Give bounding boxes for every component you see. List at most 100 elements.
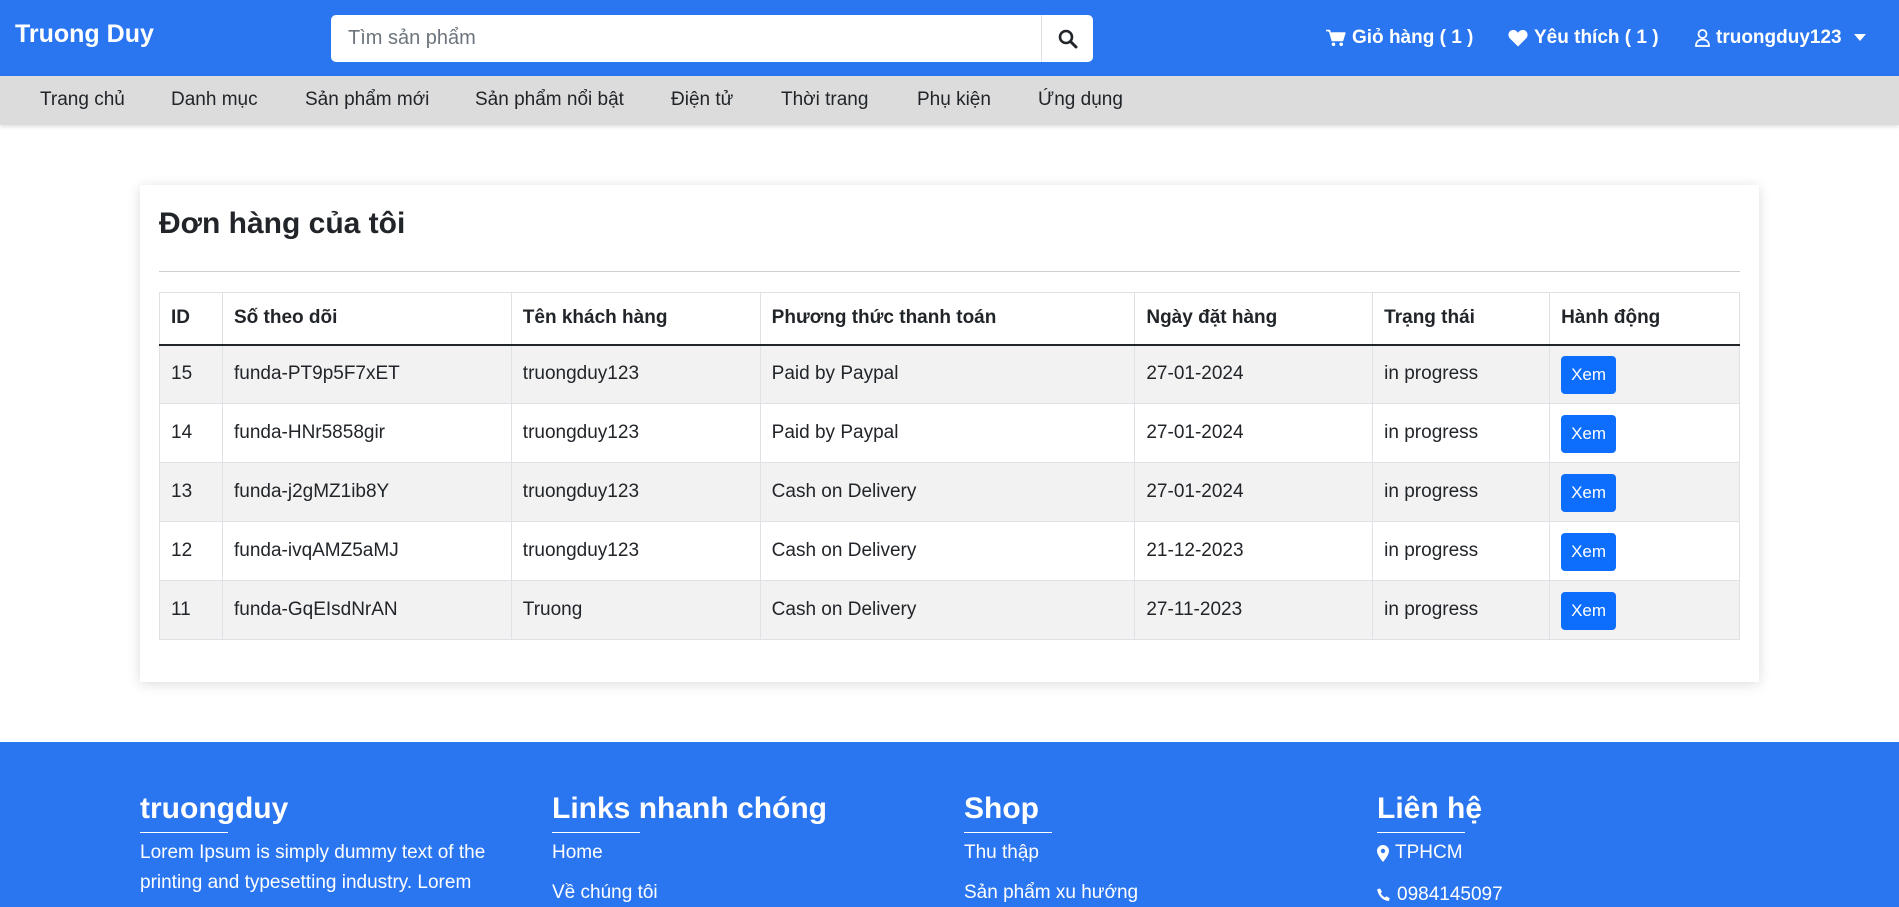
cell-customer-name: truongduy123	[510, 403, 761, 463]
user-menu[interactable]: truongduy123	[1695, 27, 1866, 49]
cell-id: 15	[159, 344, 223, 404]
cell-action: Xem	[1549, 344, 1740, 404]
cell-action: Xem	[1549, 403, 1740, 463]
caret-down-icon	[1853, 34, 1866, 41]
cell-order-date: 21-12-2023	[1134, 521, 1374, 581]
nav-item-categories[interactable]: Danh mục	[171, 89, 258, 111]
view-order-button[interactable]: Xem	[1561, 356, 1617, 395]
nav-item-electronics[interactable]: Điện tử	[671, 89, 733, 111]
view-order-button[interactable]: Xem	[1561, 592, 1617, 630]
brand-logo[interactable]: Truong Duy	[15, 20, 154, 49]
nav-item-home[interactable]: Trang chủ	[40, 89, 125, 111]
table-row: 14 funda-HNr5858gir truongduy123 Paid by…	[159, 403, 1740, 463]
cell-id: 12	[159, 521, 223, 581]
cell-order-date: 27-01-2024	[1134, 462, 1374, 522]
cell-payment-method: Paid by Paypal	[759, 403, 1136, 463]
cart-label: Giỏ hàng ( 1 )	[1352, 27, 1474, 48]
footer-phone: 0984145097	[1377, 880, 1757, 907]
cell-order-date: 27-01-2024	[1134, 344, 1374, 404]
header-status: Trạng thái	[1372, 292, 1551, 346]
footer-link-about[interactable]: Về chúng tôi	[552, 878, 932, 907]
heart-icon	[1508, 29, 1528, 47]
cell-action: Xem	[1549, 462, 1740, 522]
view-order-button[interactable]: Xem	[1561, 533, 1617, 571]
search-bar	[331, 15, 1093, 62]
cell-tracking-number: funda-j2gMZ1ib8Y	[221, 462, 512, 522]
cell-status: in progress	[1372, 462, 1551, 522]
header-action: Hành động	[1549, 292, 1740, 346]
cell-tracking-number: funda-GqEIsdNrAN	[221, 580, 512, 640]
table-header-row: ID Số theo dõi Tên khách hàng Phương thứ…	[159, 292, 1740, 346]
map-marker-icon	[1377, 844, 1389, 862]
cell-order-date: 27-01-2024	[1134, 403, 1374, 463]
phone-icon	[1377, 888, 1390, 901]
cell-status: in progress	[1372, 521, 1551, 581]
cell-customer-name: truongduy123	[510, 344, 761, 404]
view-order-button[interactable]: Xem	[1561, 415, 1617, 453]
wishlist-label: Yêu thích ( 1 )	[1534, 27, 1659, 48]
cell-payment-method: Cash on Delivery	[759, 580, 1136, 640]
cell-id: 14	[159, 403, 223, 463]
table-row: 15 funda-PT9p5F7xET truongduy123 Paid by…	[159, 344, 1740, 404]
cell-status: in progress	[1372, 580, 1551, 640]
header-tracking-number: Số theo dõi	[221, 292, 512, 346]
heading-underline	[140, 832, 228, 833]
footer-address: TPHCM	[1377, 838, 1757, 868]
nav-item-new-products[interactable]: Sản phẩm mới	[305, 89, 429, 111]
footer-address-text: TPHCM	[1395, 842, 1463, 863]
cell-id: 11	[159, 580, 223, 640]
footer-link-collection[interactable]: Thu thập	[964, 838, 1344, 868]
heading-underline	[1377, 832, 1465, 833]
header-payment-method: Phương thức thanh toán	[759, 292, 1136, 346]
wishlist-link[interactable]: Yêu thích ( 1 )	[1508, 27, 1659, 49]
cell-customer-name: truongduy123	[510, 462, 761, 522]
cell-action: Xem	[1549, 580, 1740, 640]
footer-contact: Liên hệ TPHCM 0984145097	[1377, 792, 1757, 907]
heading-underline	[964, 832, 1052, 833]
search-input[interactable]	[331, 15, 1041, 62]
header-id: ID	[159, 292, 223, 346]
search-button[interactable]	[1041, 15, 1093, 62]
nav-item-fashion[interactable]: Thời trang	[781, 89, 868, 111]
footer-links-heading: Links nhanh chóng	[552, 792, 827, 825]
nav-item-accessories[interactable]: Phụ kiện	[917, 89, 991, 111]
footer-link-trending[interactable]: Sản phẩm xu hướng	[964, 878, 1344, 907]
nav-item-appliances[interactable]: Ứng dụng	[1038, 89, 1123, 111]
cell-tracking-number: funda-PT9p5F7xET	[221, 344, 512, 404]
footer-quick-links: Links nhanh chóng Home Về chúng tôi	[552, 792, 932, 907]
cell-payment-method: Cash on Delivery	[759, 521, 1136, 581]
orders-table: ID Số theo dõi Tên khách hàng Phương thứ…	[159, 292, 1740, 640]
table-row: 12 funda-ivqAMZ5aMJ truongduy123 Cash on…	[159, 521, 1740, 581]
footer-shop-heading: Shop	[964, 792, 1039, 825]
view-order-button[interactable]: Xem	[1561, 474, 1617, 512]
heading-underline	[552, 832, 640, 833]
cell-status: in progress	[1372, 403, 1551, 463]
site-footer: truongduy Lorem Ipsum is simply dummy te…	[0, 742, 1899, 907]
footer-link-home[interactable]: Home	[552, 838, 932, 868]
orders-card: Đơn hàng của tôi ID Số theo dõi Tên khác…	[140, 185, 1759, 682]
cart-icon	[1326, 29, 1346, 47]
search-icon	[1058, 29, 1077, 48]
cart-link[interactable]: Giỏ hàng ( 1 )	[1326, 27, 1473, 49]
footer-about-text: Lorem Ipsum is simply dummy text of the …	[140, 842, 486, 893]
header-customer-name: Tên khách hàng	[510, 292, 761, 346]
title-divider	[159, 271, 1740, 272]
top-header: Truong Duy Giỏ hàng ( 1 ) Yêu thích ( 1 …	[0, 0, 1899, 76]
table-row: 13 funda-j2gMZ1ib8Y truongduy123 Cash on…	[159, 462, 1740, 522]
cell-id: 13	[159, 462, 223, 522]
cell-payment-method: Cash on Delivery	[759, 462, 1136, 522]
page-title: Đơn hàng của tôi	[159, 207, 406, 240]
cell-customer-name: truongduy123	[510, 521, 761, 581]
user-icon	[1695, 29, 1710, 47]
nav-item-featured-products[interactable]: Sản phẩm nổi bật	[475, 89, 624, 111]
footer-about-heading: truongduy	[140, 792, 289, 825]
cell-customer-name: Truong	[510, 580, 761, 640]
table-row: 11 funda-GqEIsdNrAN Truong Cash on Deliv…	[159, 580, 1740, 640]
header-order-date: Ngày đặt hàng	[1134, 292, 1374, 346]
main-nav: Trang chủ Danh mục Sản phẩm mới Sản phẩm…	[0, 76, 1899, 125]
cell-action: Xem	[1549, 521, 1740, 581]
user-name: truongduy123	[1716, 27, 1842, 48]
footer-contact-heading: Liên hệ	[1377, 792, 1483, 825]
cell-tracking-number: funda-HNr5858gir	[221, 403, 512, 463]
cell-status: in progress	[1372, 344, 1551, 404]
